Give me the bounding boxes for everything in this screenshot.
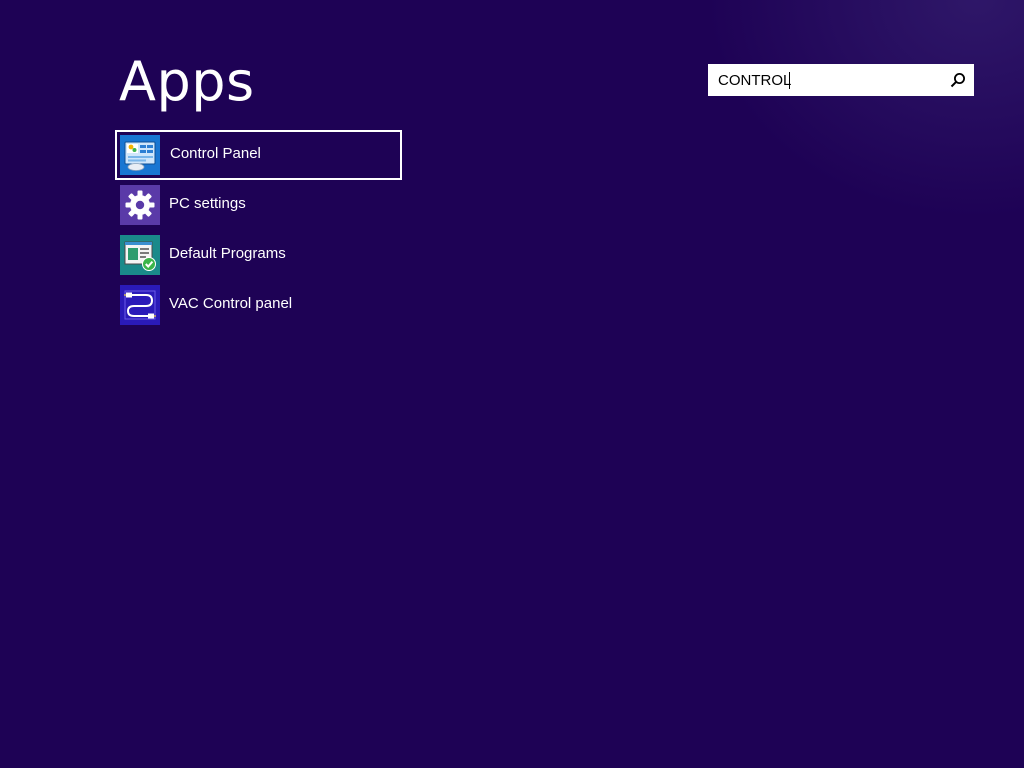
result-label: Control Panel [170, 145, 261, 162]
control-panel-tile [120, 135, 160, 175]
result-pc-settings[interactable]: PC settings [115, 180, 402, 230]
result-label: VAC Control panel [169, 295, 293, 312]
default-programs-icon [124, 241, 156, 271]
result-label: PC settings [169, 195, 246, 212]
result-vac-control-panel[interactable]: VAC Control panel [115, 280, 402, 330]
page-title: Apps [119, 50, 255, 113]
result-control-panel[interactable]: Control Panel [115, 130, 402, 180]
search-icon [950, 73, 965, 88]
pc-settings-tile [120, 185, 160, 225]
background-glow [704, 0, 1024, 220]
vac-cable-icon [124, 290, 156, 320]
default-programs-tile [120, 235, 160, 275]
gear-icon [125, 190, 155, 220]
control-panel-icon [124, 141, 156, 171]
search-button[interactable] [942, 64, 974, 96]
result-label: Default Programs [169, 245, 286, 262]
text-caret [789, 72, 790, 89]
search-box[interactable] [708, 64, 974, 96]
search-results-list: Control Panel PC settings Default Progra… [115, 130, 402, 330]
result-default-programs[interactable]: Default Programs [115, 230, 402, 280]
vac-control-panel-tile [120, 285, 160, 325]
search-input[interactable] [708, 64, 940, 96]
